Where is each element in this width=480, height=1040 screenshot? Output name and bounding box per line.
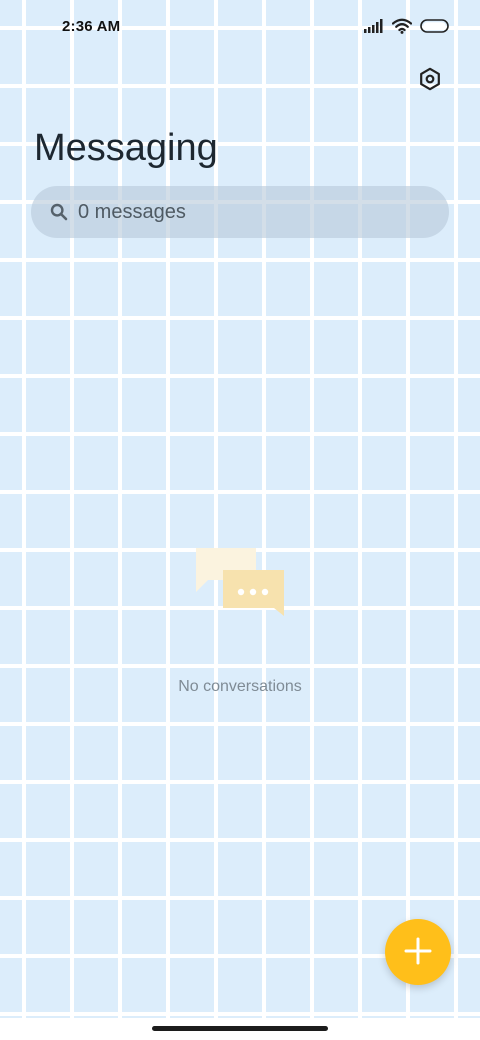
search-icon [49,202,69,222]
battery-icon [420,19,450,38]
status-time: 2:36 AM [62,18,121,35]
status-icons [364,18,450,39]
signal-icon [364,19,384,38]
page-title: Messaging [34,127,218,169]
chat-bubbles-icon [0,540,480,630]
new-conversation-button[interactable] [385,919,451,985]
status-bar: 2:36 AM [0,0,480,56]
empty-state-message: No conversations [178,678,302,695]
messaging-screen: 2:36 AM Messaging 0 messages No conversa… [0,0,480,1040]
settings-button[interactable] [414,64,446,96]
search-input[interactable] [78,186,431,238]
wifi-icon [391,18,413,39]
gear-icon [418,67,442,94]
search-bar[interactable] [31,186,449,238]
empty-state: No conversations [0,540,480,696]
plus-icon [403,936,433,969]
home-indicator[interactable] [152,1026,328,1031]
gesture-bar [0,1018,480,1040]
